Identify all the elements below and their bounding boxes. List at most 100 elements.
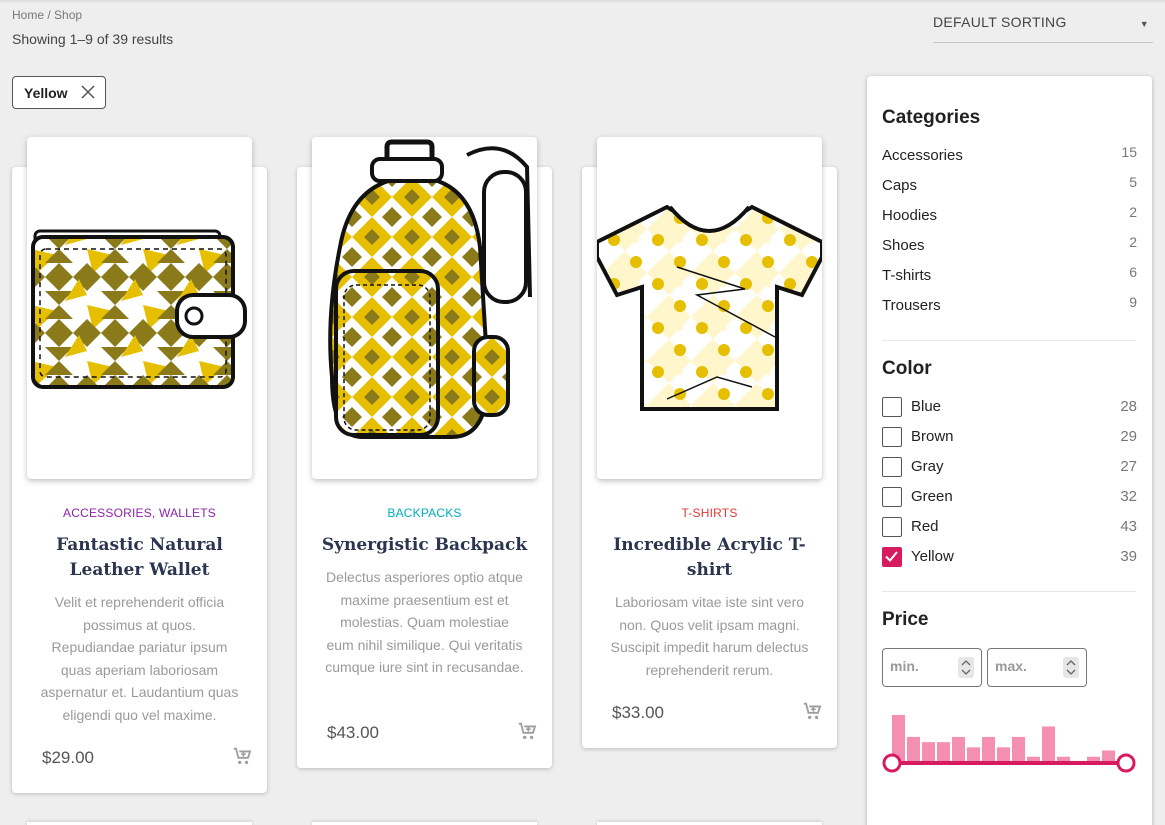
- product-price: $33.00: [612, 703, 664, 722]
- histogram-bar: [1042, 726, 1055, 763]
- color-count: 28: [1120, 398, 1137, 415]
- category-accessories[interactable]: Accessories 15: [882, 144, 1137, 169]
- color-label: Gray: [911, 458, 944, 475]
- add-to-cart-icon[interactable]: [231, 745, 253, 767]
- category-label: Shoes: [882, 237, 925, 254]
- caret-down-icon: ▼: [1139, 19, 1149, 29]
- min-placeholder: min.: [890, 658, 919, 674]
- color-label: Red: [911, 518, 939, 535]
- product-category[interactable]: T-SHIRTS: [582, 506, 837, 520]
- price-slider-max-handle[interactable]: [1116, 753, 1136, 773]
- color-label: Yellow: [911, 548, 954, 565]
- histogram-bar: [952, 736, 965, 763]
- histogram-bar: [967, 747, 980, 763]
- product-category[interactable]: BACKPACKS: [297, 506, 552, 520]
- color-filter-brown[interactable]: Brown 29: [882, 427, 1137, 451]
- top-shadow: [0, 0, 1165, 3]
- histogram-bar: [982, 736, 995, 763]
- histogram-bar: [922, 742, 935, 763]
- color-count: 32: [1120, 488, 1137, 505]
- color-filter-green[interactable]: Green 32: [882, 487, 1137, 511]
- close-icon[interactable]: [81, 83, 95, 101]
- color-label: Brown: [911, 428, 954, 445]
- color-label: Blue: [911, 398, 942, 415]
- results-count: Showing 1–9 of 39 results: [12, 31, 174, 47]
- checkbox[interactable]: [882, 517, 902, 537]
- chip-label: Yellow: [24, 84, 68, 101]
- product-description: Velit et reprehenderit officia possimus …: [40, 594, 239, 723]
- color-filter-red[interactable]: Red 43: [882, 517, 1137, 541]
- wallet-icon: [31, 229, 247, 389]
- product-category[interactable]: ACCESSORIES, WALLETS: [12, 506, 267, 520]
- sort-dropdown[interactable]: DEFAULT SORTING ▼: [933, 14, 1153, 43]
- product-description: Laboriosam vitae iste sint vero non. Quo…: [610, 594, 809, 678]
- histogram-bar: [937, 742, 950, 763]
- category-caps[interactable]: Caps 5: [882, 174, 1137, 199]
- product-price: $29.00: [42, 748, 94, 767]
- checkbox[interactable]: [882, 457, 902, 477]
- product-card[interactable]: BACKPACKS Synergistic Backpack Delectus …: [297, 137, 552, 768]
- product-image[interactable]: [597, 137, 822, 479]
- max-placeholder: max.: [995, 658, 1027, 674]
- category-shoes[interactable]: Shoes 2: [882, 234, 1137, 259]
- category-count: 6: [1129, 264, 1137, 280]
- category-count: 2: [1129, 234, 1137, 250]
- price-min-input[interactable]: min.: [882, 648, 982, 687]
- backpack-icon: [328, 139, 532, 439]
- product-title[interactable]: Synergistic Backpack: [317, 533, 532, 558]
- histogram-bar: [997, 747, 1010, 763]
- category-label: Accessories: [882, 147, 963, 164]
- color-filter-gray[interactable]: Gray 27: [882, 457, 1137, 481]
- divider: [882, 591, 1136, 592]
- add-to-cart-icon[interactable]: [516, 720, 538, 742]
- category-hoodies[interactable]: Hoodies 2: [882, 204, 1137, 229]
- product-title[interactable]: Fantastic Natural Leather Wallet: [32, 533, 247, 583]
- category-count: 2: [1129, 204, 1137, 220]
- tshirt-icon: [597, 204, 822, 411]
- sort-label: DEFAULT SORTING: [933, 14, 1067, 30]
- product-image[interactable]: [312, 137, 537, 479]
- category-trousers[interactable]: Trousers 9: [882, 294, 1137, 319]
- category-label: Caps: [882, 177, 918, 194]
- breadcrumb: Home / Shop: [12, 8, 83, 22]
- price-max-input[interactable]: max.: [987, 648, 1087, 687]
- product-description: Delectus asperiores optio atque maxime p…: [325, 569, 524, 676]
- color-heading: Color: [882, 358, 932, 379]
- color-count: 39: [1120, 548, 1137, 565]
- category-count: 5: [1129, 174, 1137, 190]
- histogram-bar: [907, 736, 920, 763]
- product-price: $43.00: [327, 723, 379, 742]
- checkbox[interactable]: [882, 427, 902, 447]
- category-label: Trousers: [882, 297, 941, 314]
- number-spinner-icon[interactable]: [1063, 657, 1079, 678]
- category-label: Hoodies: [882, 207, 938, 224]
- product-card[interactable]: T-SHIRTS Incredible Acrylic T-shirt Labo…: [582, 137, 837, 748]
- categories-heading: Categories: [882, 107, 981, 128]
- color-count: 27: [1120, 458, 1137, 475]
- check-icon: [885, 551, 898, 562]
- filter-sidebar: Categories Accessories 15 Caps 5 Hoodies 2 …: [867, 76, 1152, 825]
- add-to-cart-icon[interactable]: [801, 700, 823, 722]
- category-tshirts[interactable]: T-shirts 6: [882, 264, 1137, 289]
- active-filter-chip[interactable]: Yellow: [12, 76, 106, 109]
- price-histogram: [882, 715, 1136, 773]
- category-count: 15: [1121, 144, 1137, 160]
- color-count: 29: [1120, 428, 1137, 445]
- color-label: Green: [911, 488, 953, 505]
- category-count: 9: [1129, 294, 1137, 310]
- color-count: 43: [1120, 518, 1137, 535]
- category-label: T-shirts: [882, 267, 932, 284]
- divider: [882, 340, 1136, 341]
- product-card[interactable]: ACCESSORIES, WALLETS Fantastic Natural L…: [12, 137, 267, 793]
- price-slider-min-handle[interactable]: [882, 753, 902, 773]
- price-heading: Price: [882, 609, 929, 630]
- checkbox[interactable]: [882, 487, 902, 507]
- checkbox[interactable]: [882, 397, 902, 417]
- color-filter-blue[interactable]: Blue 28: [882, 397, 1137, 421]
- color-filter-yellow[interactable]: Yellow 39: [882, 547, 1137, 571]
- product-title[interactable]: Incredible Acrylic T-shirt: [602, 533, 817, 583]
- product-image[interactable]: [27, 137, 252, 479]
- number-spinner-icon[interactable]: [958, 657, 974, 678]
- checkbox-checked[interactable]: [882, 547, 902, 567]
- histogram-bar: [1012, 736, 1025, 763]
